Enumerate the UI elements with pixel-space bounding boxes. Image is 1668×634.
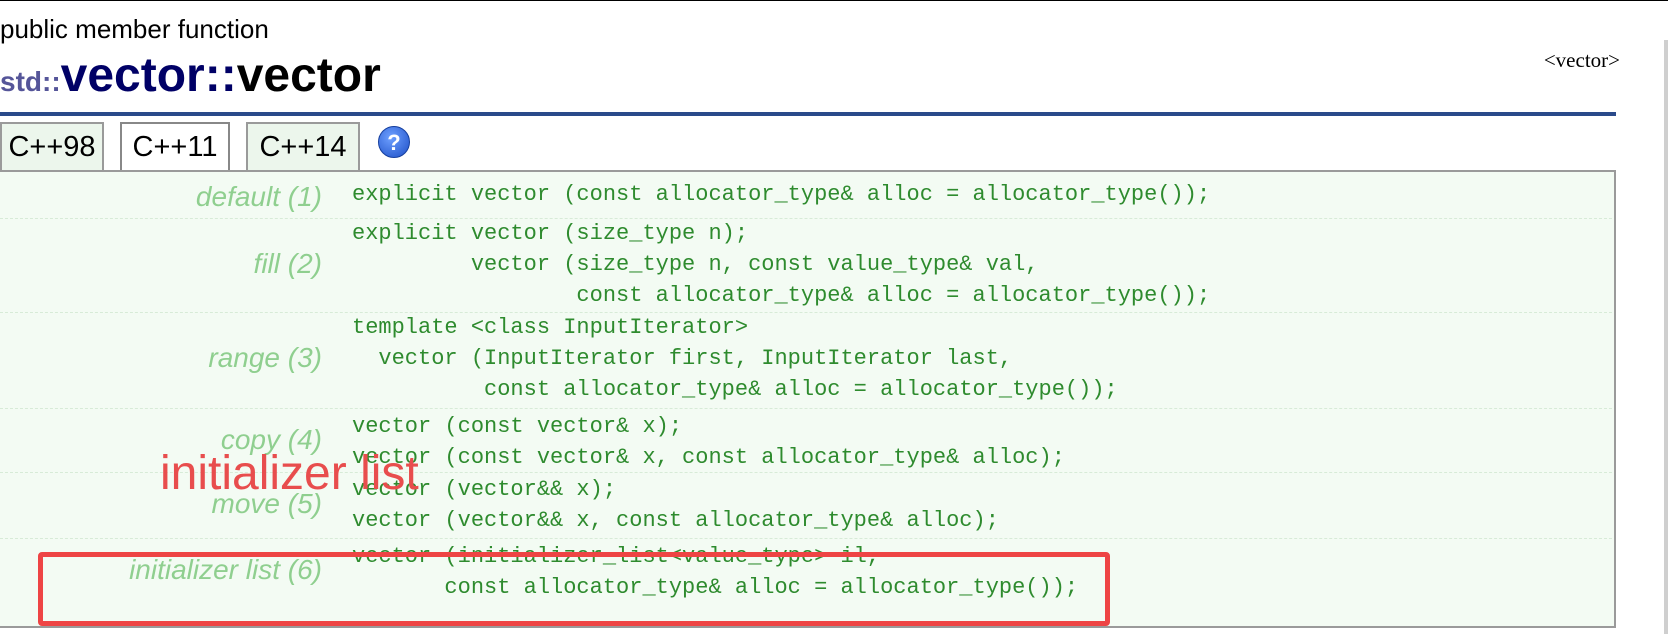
signature-label: fill (2) xyxy=(253,248,322,279)
signature-code: template <class InputIterator> vector (I… xyxy=(352,315,1118,402)
signature-label: range (3) xyxy=(208,342,322,373)
namespace-link[interactable]: std:: xyxy=(0,66,61,97)
tab-cpp98[interactable]: C++98 xyxy=(0,122,104,170)
tab-cpp14[interactable]: C++14 xyxy=(246,122,360,170)
member-kind: public member function xyxy=(0,14,269,44)
signature-row-fill: fill (2) explicit vector (size_type n); … xyxy=(0,218,1612,313)
signature-code: explicit vector (const allocator_type& a… xyxy=(352,182,1211,207)
class-name-link[interactable]: vector xyxy=(61,49,205,102)
signature-code: vector (const vector& x); vector (const … xyxy=(352,414,1065,470)
signature-row-range: range (3) template <class InputIterator>… xyxy=(0,312,1612,409)
function-name: vector xyxy=(236,49,381,102)
signature-row-default: default (1) explicit vector (const alloc… xyxy=(0,172,1612,219)
annotation-highlight-box xyxy=(38,552,1110,626)
scope-separator: :: xyxy=(204,49,237,102)
page-header: public member function std::vector::vect… xyxy=(0,0,1620,118)
signature-code: vector (vector&& x); vector (vector&& x,… xyxy=(352,477,999,533)
question-mark-icon[interactable]: ? xyxy=(378,126,410,158)
page-title: std::vector::vector xyxy=(0,48,381,103)
tab-cpp11[interactable]: C++11 xyxy=(120,122,230,174)
signature-label: default (1) xyxy=(195,181,322,212)
header-library-link[interactable]: <vector> xyxy=(1544,48,1620,73)
signature-code: explicit vector (size_type n); vector (s… xyxy=(352,221,1211,308)
right-scroll-edge xyxy=(1664,40,1668,634)
version-tabs: C++98 C++11 C++14 ? xyxy=(0,116,1616,174)
annotation-label: initializer list xyxy=(160,447,419,500)
